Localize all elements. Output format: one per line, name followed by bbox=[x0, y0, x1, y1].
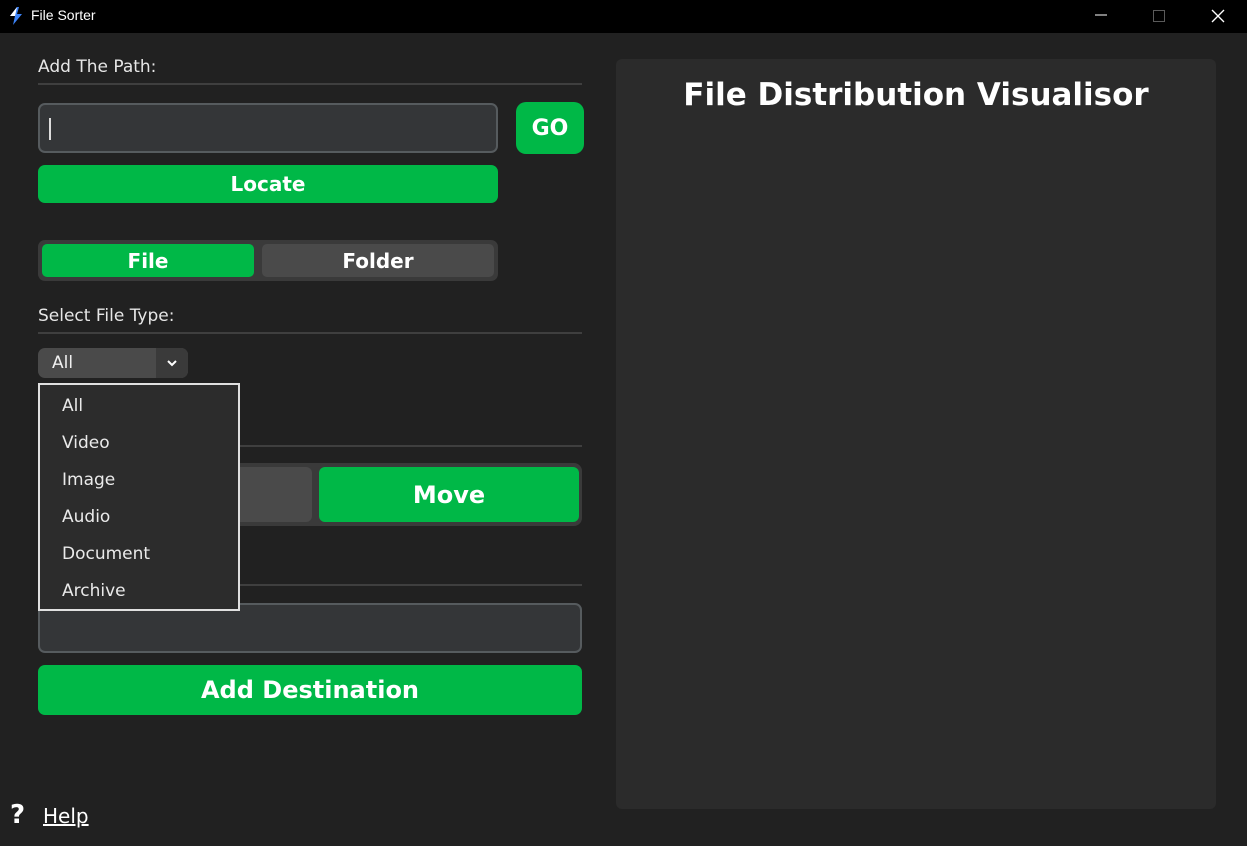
path-input[interactable] bbox=[38, 103, 498, 153]
help-icon[interactable]: ? bbox=[10, 800, 25, 830]
dropdown-option-video[interactable]: Video bbox=[62, 433, 232, 453]
divider bbox=[38, 83, 582, 85]
visualizer-panel: File Distribution Visualisor bbox=[616, 59, 1216, 809]
go-button[interactable]: GO bbox=[516, 102, 584, 154]
folder-option[interactable]: Folder bbox=[262, 244, 494, 277]
minimize-button[interactable] bbox=[1072, 0, 1130, 33]
dropdown-toggle[interactable] bbox=[156, 348, 188, 378]
close-button[interactable] bbox=[1189, 0, 1247, 33]
file-type-select[interactable]: All bbox=[38, 348, 188, 378]
dropdown-option-archive[interactable]: Archive bbox=[62, 581, 232, 601]
app-logo-icon bbox=[10, 7, 22, 25]
close-icon bbox=[1211, 9, 1225, 23]
divider bbox=[38, 332, 582, 334]
window-title: File Sorter bbox=[31, 7, 96, 23]
file-option[interactable]: File bbox=[42, 244, 254, 277]
maximize-icon bbox=[1153, 10, 1165, 22]
dropdown-option-audio[interactable]: Audio bbox=[62, 507, 232, 527]
chevron-down-icon bbox=[167, 360, 177, 367]
file-folder-toggle: File Folder bbox=[38, 240, 498, 281]
file-type-label: Select File Type: bbox=[38, 306, 175, 326]
visualizer-title: File Distribution Visualisor bbox=[683, 77, 1149, 113]
text-caret bbox=[49, 118, 51, 140]
move-option[interactable]: Move bbox=[319, 467, 579, 522]
dropdown-option-all[interactable]: All bbox=[62, 396, 232, 416]
dropdown-option-image[interactable]: Image bbox=[62, 470, 232, 490]
add-destination-button[interactable]: Add Destination bbox=[38, 665, 582, 715]
maximize-button[interactable] bbox=[1130, 0, 1188, 33]
minimize-icon bbox=[1095, 14, 1107, 16]
help-link[interactable]: Help bbox=[43, 804, 89, 828]
path-label: Add The Path: bbox=[38, 57, 157, 77]
file-type-dropdown-list: All Video Image Audio Document Archive bbox=[38, 383, 240, 611]
file-type-selected-value: All bbox=[52, 353, 74, 373]
title-bar: File Sorter bbox=[0, 0, 1247, 33]
dropdown-option-document[interactable]: Document bbox=[62, 544, 232, 564]
locate-button[interactable]: Locate bbox=[38, 165, 498, 203]
